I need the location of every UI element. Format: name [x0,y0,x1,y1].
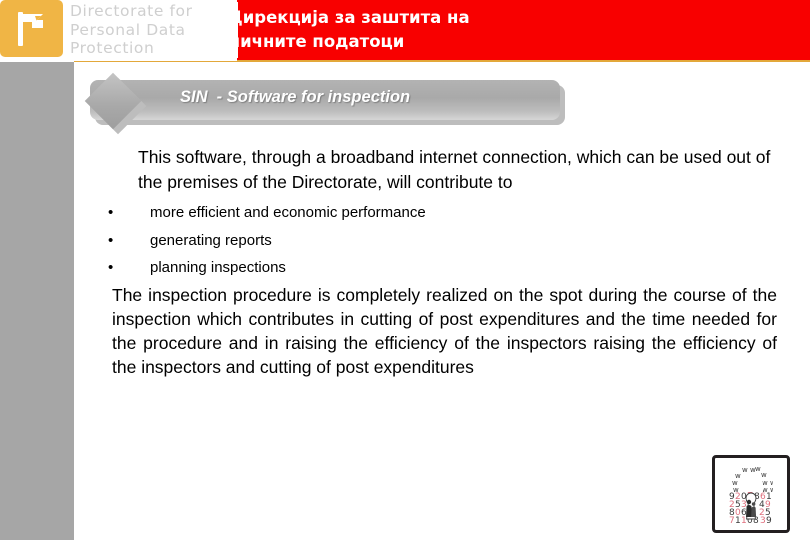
flag-logo-icon [18,12,43,46]
list-item-label: planning inspections [150,259,286,276]
presentation-slide: Дирекција за заштита на личните податоци… [0,0,810,540]
intro-paragraph: This software, through a broadband inter… [138,147,771,192]
svg-text:w w: w w [742,466,756,474]
list-item: • generating reports [108,227,708,255]
list-item: • more efficient and economic performanc… [108,199,708,227]
padlock-with-numbers-icon: w w w w w w w w w w w w w 9 2 0 7 8 6 1 … [712,455,790,533]
organization-name-en: Directorate for Personal Data Protection [70,2,238,58]
bullet-icon: • [108,259,114,276]
padlock-emblem-art: w w w w w w w w w w w w w 9 2 0 7 8 6 1 … [729,465,773,526]
svg-text:9: 9 [766,516,772,526]
benefits-bullet-list: • more efficient and economic performanc… [108,199,708,282]
svg-text:w: w [735,472,741,480]
page-title: SIN - Software for inspection [180,88,411,106]
organization-name-mk: Дирекција за заштита на личните податоци [228,8,470,51]
slide-title-bar: SIN - Software for inspection [84,72,565,135]
list-item-label: generating reports [150,231,272,249]
left-accent-band [0,62,74,540]
bullet-icon: • [108,231,114,249]
bullet-icon: • [108,204,114,221]
svg-text:1: 1 [735,516,741,526]
svg-text:1: 1 [741,516,747,526]
svg-text:w w: w w [732,479,746,487]
list-item: • planning inspections [108,254,708,282]
directorate-logo [0,0,63,57]
svg-text:3: 3 [760,516,766,526]
header-band: Дирекција за заштита на личните податоци… [0,0,810,61]
svg-text:7: 7 [729,516,735,526]
list-item-label: more efficient and economic performance [150,204,426,221]
summary-paragraph: The inspection procedure is completely r… [112,285,777,377]
svg-text:w: w [761,471,767,479]
